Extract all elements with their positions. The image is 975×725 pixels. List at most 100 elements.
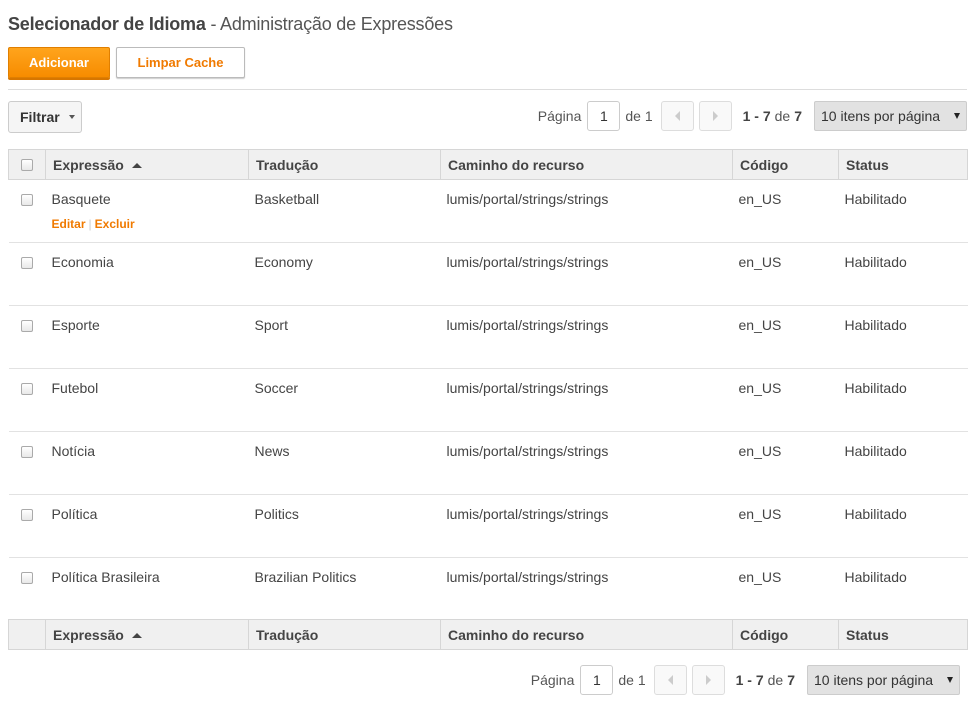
resource-path-cell: lumis/portal/strings/strings: [440, 431, 733, 495]
row-checkbox[interactable]: [20, 257, 33, 269]
footer-column-translation[interactable]: Tradução: [248, 619, 441, 650]
next-page-button[interactable]: [691, 665, 725, 695]
column-label: Caminho do recurso: [448, 156, 585, 173]
expression-cell: Futebol: [45, 368, 249, 432]
status-cell: Habilitado: [838, 431, 968, 495]
expression-value: Basquete: [51, 191, 111, 207]
pagination-bottom: Página 1 de 1 1 - 7 de 7 10 itens por pá…: [531, 665, 960, 695]
resource-path-cell: lumis/portal/strings/strings: [440, 179, 733, 243]
expressions-table: Expressão Tradução Caminho do recurso Có…: [8, 149, 968, 621]
footer-column-expression[interactable]: Expressão: [45, 619, 249, 650]
row-checkbox[interactable]: [20, 194, 33, 206]
filter-label: Filtrar: [20, 109, 60, 125]
select-caret-icon: [947, 677, 953, 683]
column-label: Expressão: [53, 626, 124, 643]
arrow-left-icon: [667, 675, 673, 685]
row-select-cell: [9, 558, 46, 621]
table-row[interactable]: Notícia News lumis/portal/strings/string…: [8, 431, 968, 495]
table-row[interactable]: Basquete Editar | Excluir Basketball lumis…: [8, 179, 968, 243]
expression-cell: Notícia: [45, 431, 249, 495]
items-range-of: de: [767, 672, 784, 688]
delete-link[interactable]: Excluir: [95, 217, 135, 231]
items-per-page-value: 10 itens por página: [814, 672, 934, 688]
expression-cell: Basquete Editar | Excluir: [45, 179, 249, 243]
footer-column-resource-path[interactable]: Caminho do recurso: [440, 619, 733, 650]
row-checkbox[interactable]: [20, 320, 33, 332]
code-cell: en_US: [732, 494, 839, 558]
add-button[interactable]: Adicionar: [8, 47, 110, 78]
footer-column-status[interactable]: Status: [838, 619, 968, 650]
table-header-row: Expressão Tradução Caminho do recurso Có…: [8, 149, 968, 180]
status-cell: Habilitado: [844, 569, 907, 585]
arrow-right-icon: [712, 111, 718, 121]
page-number-input[interactable]: 1: [587, 101, 621, 131]
items-range: 1 - 7: [735, 672, 764, 688]
row-select-cell: [8, 305, 46, 369]
previous-page-button[interactable]: [653, 665, 687, 695]
table-row[interactable]: Esporte Sport lumis/portal/strings/strin…: [8, 305, 968, 369]
column-label: Código: [740, 626, 789, 643]
translation-cell: News: [248, 431, 441, 495]
row-checkbox[interactable]: [20, 509, 33, 521]
translation-cell: Economy: [248, 242, 441, 306]
table-row[interactable]: Futebol Soccer lumis/portal/strings/stri…: [8, 368, 968, 432]
arrow-right-icon: [705, 675, 711, 685]
column-header-expression[interactable]: Expressão: [45, 149, 249, 180]
table-footer: Expressão Tradução Caminho do recurso Có…: [8, 619, 968, 650]
translation-cell: Basketball: [248, 179, 441, 243]
items-per-page-select[interactable]: 10 itens por página: [814, 101, 967, 131]
code-cell: en_US: [738, 569, 782, 585]
select-all-cell: [8, 149, 46, 180]
previous-page-button[interactable]: [660, 101, 694, 131]
page-count: de 1: [618, 672, 646, 688]
column-label: Expressão: [53, 156, 124, 173]
resource-path-cell: lumis/portal/strings/strings: [440, 368, 733, 432]
row-select-cell: [8, 494, 46, 558]
table-footer-row: Expressão Tradução Caminho do recurso Có…: [8, 619, 968, 650]
pagination-top: Página 1 de 1 1 - 7 de 7 10 itens por pá…: [538, 101, 967, 131]
column-header-code[interactable]: Código: [732, 149, 839, 180]
items-per-page-select[interactable]: 10 itens por página: [807, 665, 960, 695]
code-cell: en_US: [732, 242, 839, 306]
footer-blank-cell: [8, 619, 46, 650]
row-checkbox[interactable]: [20, 446, 33, 458]
edit-link[interactable]: Editar: [52, 217, 86, 231]
page-number-input[interactable]: 1: [580, 665, 614, 695]
table-row[interactable]: Política Politics lumis/portal/strings/s…: [8, 494, 968, 558]
clear-cache-button[interactable]: Limpar Cache: [116, 47, 245, 78]
column-label: Tradução: [256, 156, 319, 173]
status-cell: Habilitado: [838, 242, 968, 306]
row-actions: Editar | Excluir: [52, 217, 249, 231]
expression-cell: Economia: [45, 242, 249, 306]
page-count: de 1: [625, 108, 653, 124]
column-header-translation[interactable]: Tradução: [248, 149, 441, 180]
status-cell: Habilitado: [838, 494, 968, 558]
page-title-section: - Administração de Expressões: [205, 14, 453, 34]
row-select-cell: [8, 242, 46, 306]
status-cell: Habilitado: [838, 305, 968, 369]
next-page-button[interactable]: [698, 101, 732, 131]
resource-path-cell: lumis/portal/strings/strings: [440, 305, 733, 369]
sort-ascending-icon: [131, 632, 142, 638]
arrow-left-icon: [674, 111, 680, 121]
caret-down-icon: [68, 115, 75, 119]
row-checkbox[interactable]: [20, 572, 33, 584]
page-title: Selecionador de Idioma - Administração d…: [8, 14, 453, 35]
column-label: Status: [846, 156, 889, 173]
table-row[interactable]: Política Brasileira Brazilian Politics l…: [9, 558, 968, 621]
table-row[interactable]: Economia Economy lumis/portal/strings/st…: [8, 242, 968, 306]
column-label: Caminho do recurso: [448, 626, 585, 643]
status-cell: Habilitado: [838, 179, 968, 243]
select-all-checkbox[interactable]: [21, 158, 33, 171]
column-label: Código: [740, 156, 789, 173]
filter-dropdown[interactable]: Filtrar: [8, 101, 82, 133]
column-header-status[interactable]: Status: [838, 149, 968, 180]
items-range-of: de: [774, 108, 791, 124]
row-checkbox[interactable]: [20, 383, 33, 395]
column-header-resource-path[interactable]: Caminho do recurso: [440, 149, 733, 180]
footer-column-code[interactable]: Código: [732, 619, 839, 650]
page-label: Página: [537, 108, 582, 124]
action-separator: |: [88, 217, 92, 231]
translation-cell: Politics: [248, 494, 441, 558]
code-cell: en_US: [732, 368, 839, 432]
